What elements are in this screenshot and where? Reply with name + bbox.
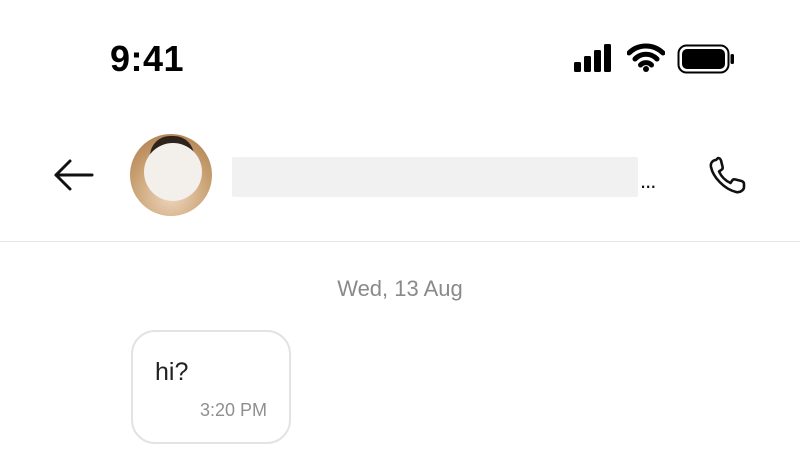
- call-button[interactable]: [704, 154, 750, 200]
- avatar[interactable]: [130, 134, 212, 216]
- battery-icon: [677, 44, 734, 74]
- date-separator: Wed, 13 Aug: [337, 276, 463, 301]
- status-bar: 9:41: [0, 0, 800, 110]
- message-timestamp: 3:20 PM: [199, 400, 267, 420]
- back-arrow-icon: [54, 159, 94, 191]
- phone-icon: [709, 156, 746, 194]
- contact-name[interactable]: [232, 157, 638, 197]
- signal-icon: [574, 44, 611, 72]
- message-bubble[interactable]: hi? 3:20 PM: [131, 330, 291, 444]
- name-truncation: ...: [640, 168, 656, 193]
- message-text: hi?: [155, 358, 189, 386]
- wifi-icon: [627, 43, 665, 72]
- avatar-redaction: [144, 143, 202, 201]
- chat-header: ...: [0, 110, 800, 242]
- back-button[interactable]: [50, 155, 96, 195]
- status-time: 9:41: [110, 38, 185, 79]
